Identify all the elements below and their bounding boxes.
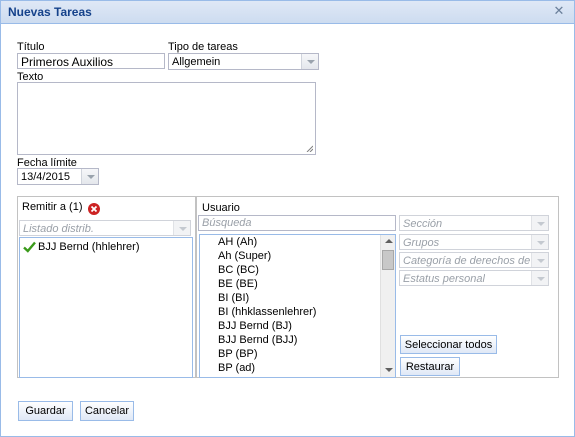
recipient-name: BJJ Bernd (hhlehrer) [38,241,140,253]
distrib-placeholder: Listado distrib. [23,223,94,235]
select-all-button[interactable]: Seleccionar todos [400,335,497,354]
list-item[interactable]: BJJ Bernd (BJJ) [218,334,297,346]
close-icon[interactable]: ✕ [552,4,566,18]
distrib-list-select[interactable]: Listado distrib. [19,220,191,236]
filter-label: Sección [403,218,443,230]
chevron-down-icon[interactable] [531,253,548,267]
filter-label: Categoría de derechos de u [403,255,531,267]
restore-button[interactable]: Restaurar [400,357,460,376]
usuario-header: Usuario [202,202,240,214]
scroll-thumb[interactable] [382,250,394,270]
check-icon [23,241,36,253]
tipo-label: Tipo de tareas [168,41,238,53]
list-item[interactable]: BI (hhklassenlehrer) [218,306,316,318]
estatus-filter[interactable]: Estatus personal [399,270,549,286]
usuario-panel: Usuario Búsqueda AH (Ah) Ah (Super) BC (… [196,196,559,378]
list-item[interactable]: BI (BI) [218,292,249,304]
titulo-value: Primeros Auxilios [21,55,114,69]
filter-label: Grupos [403,237,440,249]
remitir-panel: Remitir a (1) Listado distrib. BJJ Bernd… [17,196,196,378]
scroll-up-icon[interactable] [381,235,395,247]
chevron-down-icon[interactable] [531,216,548,230]
list-item[interactable]: Ah (Super) [218,250,271,262]
list-item[interactable]: BP (ad) [218,362,255,374]
users-scrollbar[interactable] [380,235,395,377]
scroll-down-icon[interactable] [381,364,395,376]
tipo-value: Allgemein [172,56,221,68]
filter-label: Estatus personal [403,273,485,285]
list-item[interactable]: BJJ Bernd (hhlehrer) [22,239,190,255]
resize-grip-icon[interactable] [306,145,313,152]
list-item[interactable]: AH (Ah) [218,236,257,248]
users-list[interactable]: AH (Ah) Ah (Super) BC (BC) BE (BE) BI (B… [199,234,396,378]
chevron-down-icon[interactable] [81,169,98,184]
chevron-down-icon[interactable] [173,221,190,235]
titulo-label: Título [17,41,45,53]
categoria-filter[interactable]: Categoría de derechos de u [399,252,549,268]
chevron-down-icon[interactable] [301,54,318,69]
new-task-dialog: Nuevas Tareas ✕ Título Primeros Auxilios… [0,0,575,437]
titulo-input[interactable]: Primeros Auxilios [17,53,165,69]
seccion-filter[interactable]: Sección [399,215,549,231]
list-item[interactable]: BP (BP) [218,348,258,360]
tipo-select[interactable]: Allgemein [168,53,319,70]
fecha-value: 13/4/2015 [21,171,70,183]
recipients-list[interactable]: BJJ Bernd (hhlehrer) [19,237,193,378]
chevron-down-icon[interactable] [531,235,548,249]
fecha-date-picker[interactable]: 13/4/2015 [17,168,99,185]
remitir-header: Remitir a (1) [22,201,83,213]
dialog-titlebar: Nuevas Tareas ✕ [1,1,574,24]
chevron-down-icon[interactable] [531,271,548,285]
cancel-button[interactable]: Cancelar [80,401,134,421]
dialog-title: Nuevas Tareas [8,5,92,19]
list-item[interactable]: BC (BC) [218,264,259,276]
save-button[interactable]: Guardar [18,401,73,421]
grupos-filter[interactable]: Grupos [399,234,549,250]
search-placeholder: Búsqueda [202,217,252,229]
list-item[interactable]: BE (BE) [218,278,258,290]
list-item[interactable]: BJJ Bernd (BJ) [218,320,292,332]
user-search-input[interactable]: Búsqueda [198,215,396,231]
remove-icon[interactable] [88,203,100,215]
texto-textarea[interactable] [17,82,316,155]
